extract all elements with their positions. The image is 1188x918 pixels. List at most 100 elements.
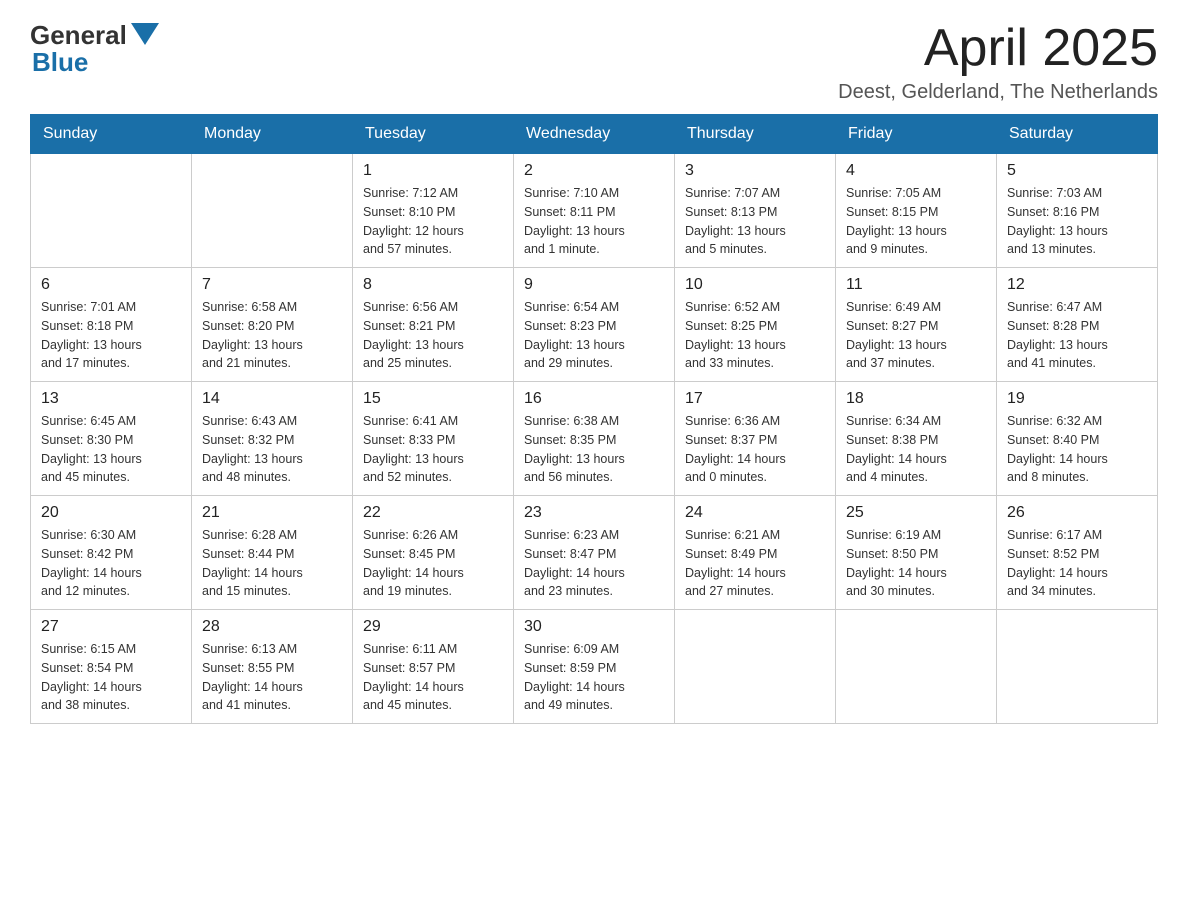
day-number: 15 (363, 390, 503, 408)
day-info: Sunrise: 7:10 AM Sunset: 8:11 PM Dayligh… (524, 184, 664, 259)
calendar-cell: 11 Sunrise: 6:49 AM Sunset: 8:27 PM Dayli… (836, 268, 997, 382)
title-block: April 2025 Deest, Gelderland, The Nether… (838, 20, 1158, 104)
day-info: Sunrise: 6:34 AM Sunset: 8:38 PM Dayligh… (846, 412, 986, 487)
day-number: 1 (363, 162, 503, 180)
day-number: 2 (524, 162, 664, 180)
calendar-cell: 29 Sunrise: 6:11 AM Sunset: 8:57 PM Dayli… (353, 610, 514, 724)
calendar-cell: 26Sunrise: 6:17 AM Sunset: 8:52 PM Dayli… (997, 496, 1158, 610)
calendar-week-row: 13Sunrise: 6:45 AM Sunset: 8:30 PM Dayli… (31, 382, 1158, 496)
day-number: 7 (202, 276, 342, 294)
calendar-cell: 15 Sunrise: 6:41 AM Sunset: 8:33 PM Dayli… (353, 382, 514, 496)
day-info: Sunrise: 6:49 AM Sunset: 8:27 PM Dayligh… (846, 298, 986, 373)
day-of-week-header: Wednesday (514, 115, 675, 154)
day-number: 23 (524, 504, 664, 522)
day-of-week-header: Thursday (675, 115, 836, 154)
day-info: Sunrise: 7:07 AM Sunset: 8:13 PM Dayligh… (685, 184, 825, 259)
logo: General Blue (30, 20, 159, 78)
day-number: 29 (363, 618, 503, 636)
day-info: Sunrise: 6:28 AM Sunset: 8:44 PM Dayligh… (202, 526, 342, 601)
calendar-cell: 13Sunrise: 6:45 AM Sunset: 8:30 PM Dayli… (31, 382, 192, 496)
calendar-cell: 2 Sunrise: 7:10 AM Sunset: 8:11 PM Daylig… (514, 154, 675, 268)
calendar-cell (997, 610, 1158, 724)
day-number: 28 (202, 618, 342, 636)
day-number: 25 (846, 504, 986, 522)
day-of-week-header: Sunday (31, 115, 192, 154)
day-number: 24 (685, 504, 825, 522)
calendar-cell: 6 Sunrise: 7:01 AM Sunset: 8:18 PM Daylig… (31, 268, 192, 382)
day-number: 17 (685, 390, 825, 408)
subtitle: Deest, Gelderland, The Netherlands (838, 81, 1158, 104)
main-title: April 2025 (838, 20, 1158, 77)
day-info: Sunrise: 7:05 AM Sunset: 8:15 PM Dayligh… (846, 184, 986, 259)
day-number: 11 (846, 276, 986, 294)
day-number: 10 (685, 276, 825, 294)
day-info: Sunrise: 6:15 AM Sunset: 8:54 PM Dayligh… (41, 640, 181, 715)
day-info: Sunrise: 6:26 AM Sunset: 8:45 PM Dayligh… (363, 526, 503, 601)
day-number: 6 (41, 276, 181, 294)
day-number: 3 (685, 162, 825, 180)
day-number: 18 (846, 390, 986, 408)
calendar-cell: 20 Sunrise: 6:30 AM Sunset: 8:42 PM Dayli… (31, 496, 192, 610)
day-info: Sunrise: 6:30 AM Sunset: 8:42 PM Dayligh… (41, 526, 181, 601)
calendar-cell: 30 Sunrise: 6:09 AM Sunset: 8:59 PM Dayli… (514, 610, 675, 724)
day-info: Sunrise: 6:41 AM Sunset: 8:33 PM Dayligh… (363, 412, 503, 487)
day-info: Sunrise: 6:43 AM Sunset: 8:32 PM Dayligh… (202, 412, 342, 487)
day-number: 30 (524, 618, 664, 636)
day-info: Sunrise: 6:52 AM Sunset: 8:25 PM Dayligh… (685, 298, 825, 373)
day-of-week-header: Monday (192, 115, 353, 154)
day-number: 12 (1007, 276, 1147, 294)
calendar-cell: 4 Sunrise: 7:05 AM Sunset: 8:15 PM Daylig… (836, 154, 997, 268)
logo-triangle-icon (131, 23, 159, 45)
day-info: Sunrise: 6:45 AM Sunset: 8:30 PM Dayligh… (41, 412, 181, 487)
day-info: Sunrise: 6:13 AM Sunset: 8:55 PM Dayligh… (202, 640, 342, 715)
calendar-cell (836, 610, 997, 724)
day-number: 14 (202, 390, 342, 408)
calendar-week-row: 1 Sunrise: 7:12 AM Sunset: 8:10 PM Daylig… (31, 154, 1158, 268)
calendar-cell: 3 Sunrise: 7:07 AM Sunset: 8:13 PM Daylig… (675, 154, 836, 268)
calendar-cell (31, 154, 192, 268)
day-info: Sunrise: 6:23 AM Sunset: 8:47 PM Dayligh… (524, 526, 664, 601)
day-number: 16 (524, 390, 664, 408)
calendar-cell: 18 Sunrise: 6:34 AM Sunset: 8:38 PM Dayli… (836, 382, 997, 496)
calendar-cell (192, 154, 353, 268)
calendar-cell: 23 Sunrise: 6:23 AM Sunset: 8:47 PM Dayli… (514, 496, 675, 610)
day-of-week-header: Friday (836, 115, 997, 154)
day-number: 5 (1007, 162, 1147, 180)
day-number: 21 (202, 504, 342, 522)
day-info: Sunrise: 7:03 AM Sunset: 8:16 PM Dayligh… (1007, 184, 1147, 259)
day-number: 20 (41, 504, 181, 522)
calendar-cell: 17 Sunrise: 6:36 AM Sunset: 8:37 PM Dayli… (675, 382, 836, 496)
calendar-header-row: SundayMondayTuesdayWednesdayThursdayFrid… (31, 115, 1158, 154)
day-info: Sunrise: 6:11 AM Sunset: 8:57 PM Dayligh… (363, 640, 503, 715)
calendar-cell: 21 Sunrise: 6:28 AM Sunset: 8:44 PM Dayli… (192, 496, 353, 610)
day-info: Sunrise: 6:09 AM Sunset: 8:59 PM Dayligh… (524, 640, 664, 715)
day-info: Sunrise: 6:21 AM Sunset: 8:49 PM Dayligh… (685, 526, 825, 601)
day-info: Sunrise: 6:47 AM Sunset: 8:28 PM Dayligh… (1007, 298, 1147, 373)
calendar-cell: 28 Sunrise: 6:13 AM Sunset: 8:55 PM Dayli… (192, 610, 353, 724)
day-number: 22 (363, 504, 503, 522)
calendar-cell: 10 Sunrise: 6:52 AM Sunset: 8:25 PM Dayli… (675, 268, 836, 382)
calendar-cell: 1 Sunrise: 7:12 AM Sunset: 8:10 PM Daylig… (353, 154, 514, 268)
calendar-cell (675, 610, 836, 724)
day-info: Sunrise: 6:54 AM Sunset: 8:23 PM Dayligh… (524, 298, 664, 373)
calendar-cell: 27 Sunrise: 6:15 AM Sunset: 8:54 PM Dayli… (31, 610, 192, 724)
day-of-week-header: Tuesday (353, 115, 514, 154)
calendar-cell: 16 Sunrise: 6:38 AM Sunset: 8:35 PM Dayli… (514, 382, 675, 496)
day-info: Sunrise: 6:17 AM Sunset: 8:52 PM Dayligh… (1007, 526, 1147, 601)
day-info: Sunrise: 6:38 AM Sunset: 8:35 PM Dayligh… (524, 412, 664, 487)
calendar-table: SundayMondayTuesdayWednesdayThursdayFrid… (30, 114, 1158, 724)
day-info: Sunrise: 6:32 AM Sunset: 8:40 PM Dayligh… (1007, 412, 1147, 487)
day-info: Sunrise: 7:12 AM Sunset: 8:10 PM Dayligh… (363, 184, 503, 259)
calendar-cell: 24 Sunrise: 6:21 AM Sunset: 8:49 PM Dayli… (675, 496, 836, 610)
day-number: 27 (41, 618, 181, 636)
day-number: 19 (1007, 390, 1147, 408)
calendar-cell: 12 Sunrise: 6:47 AM Sunset: 8:28 PM Dayli… (997, 268, 1158, 382)
calendar-week-row: 20 Sunrise: 6:30 AM Sunset: 8:42 PM Dayli… (31, 496, 1158, 610)
day-info: Sunrise: 6:36 AM Sunset: 8:37 PM Dayligh… (685, 412, 825, 487)
day-number: 9 (524, 276, 664, 294)
day-info: Sunrise: 6:56 AM Sunset: 8:21 PM Dayligh… (363, 298, 503, 373)
day-info: Sunrise: 7:01 AM Sunset: 8:18 PM Dayligh… (41, 298, 181, 373)
day-number: 4 (846, 162, 986, 180)
calendar-cell: 5 Sunrise: 7:03 AM Sunset: 8:16 PM Daylig… (997, 154, 1158, 268)
calendar-cell: 14 Sunrise: 6:43 AM Sunset: 8:32 PM Dayli… (192, 382, 353, 496)
